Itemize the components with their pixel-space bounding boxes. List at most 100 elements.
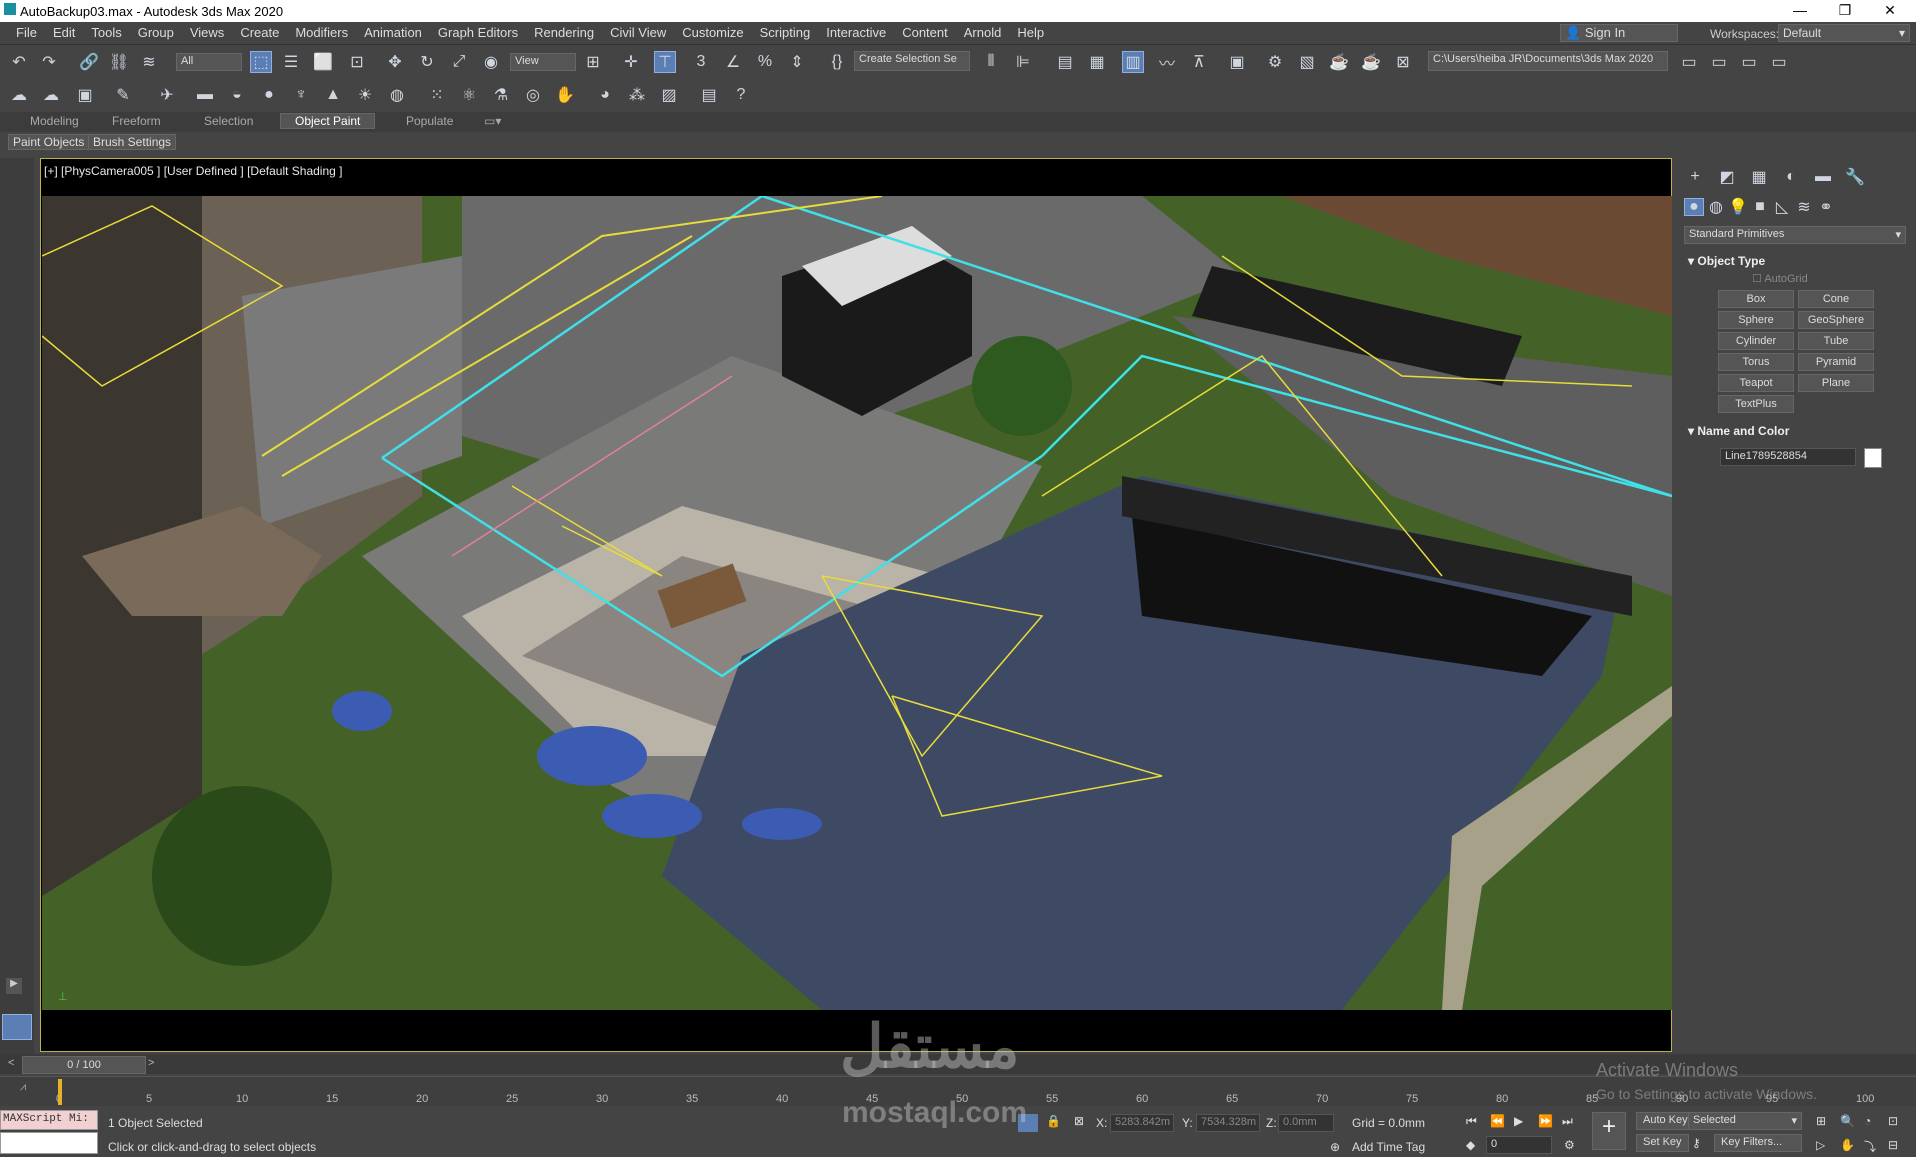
menu-arnold[interactable]: Arnold xyxy=(956,22,1010,43)
maximize-viewport-icon[interactable]: ⊡ xyxy=(1888,1114,1898,1128)
teapot-render-icon[interactable]: ☁ xyxy=(8,84,30,106)
bind-space-warp-icon[interactable]: ≋ xyxy=(138,51,160,73)
paint-objects-button[interactable]: Paint Objects xyxy=(8,134,90,150)
material-editor-icon[interactable]: ▣ xyxy=(1226,51,1248,73)
play-icon[interactable]: ▶ xyxy=(1514,1114,1523,1128)
viewport-toggle-icon[interactable]: ⊟ xyxy=(1888,1138,1898,1152)
selection-region-icon[interactable]: ⬜ xyxy=(312,51,334,73)
render-to-texture-icon[interactable]: ▨ xyxy=(658,84,680,106)
space-warps-icon[interactable]: ≋ xyxy=(1794,198,1814,216)
x-coordinate-field[interactable]: 5283.842m xyxy=(1110,1114,1174,1132)
modify-tab-icon[interactable]: ◩ xyxy=(1716,166,1738,188)
open-explorer-2-icon[interactable]: ▭ xyxy=(1708,51,1730,73)
menu-edit[interactable]: Edit xyxy=(45,22,83,43)
sun-icon[interactable]: ☀ xyxy=(354,84,376,106)
menu-file[interactable]: File xyxy=(8,22,45,43)
select-object-icon[interactable]: ⬚ xyxy=(250,51,272,73)
named-selection-set-dropdown[interactable]: Create Selection Se xyxy=(854,51,970,71)
object-name-field[interactable]: Line1789528854 xyxy=(1720,448,1856,466)
link-icon[interactable]: 🔗 xyxy=(78,51,100,73)
geosphere-button[interactable]: GeoSphere xyxy=(1798,311,1874,329)
move-icon[interactable]: ✥ xyxy=(384,51,406,73)
angle-snap-icon[interactable]: ∠ xyxy=(722,51,744,73)
workspaces-select[interactable]: Default ▾ xyxy=(1778,24,1910,42)
create-tab-icon[interactable]: + xyxy=(1684,166,1706,188)
tab-populate[interactable]: Populate xyxy=(406,114,453,128)
time-tag-icon[interactable]: ⊕ xyxy=(1330,1140,1340,1154)
expand-layout-icon[interactable]: ▶ xyxy=(6,978,22,994)
lock-selection-icon[interactable]: 🔒 xyxy=(1046,1114,1061,1128)
box-primitive-icon[interactable]: ▬ xyxy=(194,84,216,106)
frame-icon[interactable]: ▣ xyxy=(74,84,96,106)
autogrid-checkbox[interactable]: ☐ AutoGrid xyxy=(1752,272,1808,285)
toggle-ribbon-icon[interactable]: ▦ xyxy=(1086,51,1108,73)
percent-snap-icon[interactable]: % xyxy=(754,51,776,73)
menu-interactive[interactable]: Interactive xyxy=(818,22,894,43)
cone-icon[interactable]: ▲ xyxy=(322,84,344,106)
motion-tab-icon[interactable]: ◐ xyxy=(1780,166,1802,188)
object-category-dropdown[interactable]: Standard Primitives ▾ xyxy=(1684,226,1906,244)
lights-icon[interactable]: 💡 xyxy=(1728,198,1748,216)
zoom-icon[interactable]: 🔍 xyxy=(1840,1114,1855,1128)
molecule-icon[interactable]: ⚛ xyxy=(458,84,480,106)
redo-icon[interactable]: ↷ xyxy=(38,51,60,73)
orbit-icon[interactable]: ◔ xyxy=(1864,1114,1871,1128)
field-of-view-icon[interactable]: ▷ xyxy=(1816,1138,1825,1152)
tab-freeform[interactable]: Freeform xyxy=(112,114,161,128)
spinner-snap-icon[interactable]: ⇕ xyxy=(786,51,808,73)
helpers-icon[interactable]: ◺ xyxy=(1772,198,1792,216)
open-explorer-icon[interactable]: ▭ xyxy=(1678,51,1700,73)
tab-object-paint[interactable]: Object Paint xyxy=(280,113,376,129)
project-folder-dropdown[interactable]: C:\Users\heiba JR\Documents\3ds Max 2020 xyxy=(1428,51,1668,71)
dome-icon[interactable]: ◒ xyxy=(226,84,248,106)
place-icon[interactable]: ◉ xyxy=(480,51,502,73)
key-mode-toggle-icon[interactable]: ◆ xyxy=(1466,1138,1475,1152)
palette-icon[interactable]: ⁂ xyxy=(626,84,648,106)
tube-button[interactable]: Tube xyxy=(1798,332,1874,350)
menu-civil-view[interactable]: Civil View xyxy=(602,22,674,43)
align-icon[interactable]: ⊫ xyxy=(1012,51,1034,73)
sphere-icon[interactable]: ● xyxy=(258,84,280,106)
current-frame-field[interactable]: 0 xyxy=(1486,1136,1552,1154)
undo-icon[interactable]: ↶ xyxy=(8,51,30,73)
select-by-name-icon[interactable]: ☰ xyxy=(280,51,302,73)
menu-rendering[interactable]: Rendering xyxy=(526,22,602,43)
absolute-mode-icon[interactable]: ⊠ xyxy=(1074,1114,1084,1128)
curve-editor-mini-icon[interactable]: ⩘ xyxy=(20,1081,26,1094)
ribbon-options-icon[interactable]: ▭▾ xyxy=(484,114,501,128)
set-key-big-icon[interactable]: + xyxy=(1592,1112,1626,1150)
torus-button[interactable]: Torus xyxy=(1718,353,1794,371)
current-frame-marker[interactable] xyxy=(58,1079,62,1105)
close-button[interactable]: ✕ xyxy=(1870,2,1910,19)
y-coordinate-field[interactable]: 7534.328m xyxy=(1196,1114,1260,1132)
tab-selection[interactable]: Selection xyxy=(204,114,253,128)
minimize-button[interactable]: — xyxy=(1780,2,1820,18)
light-tool-icon[interactable]: ✎ xyxy=(112,84,134,106)
menu-content[interactable]: Content xyxy=(894,22,956,43)
window-crossing-icon[interactable]: ⊡ xyxy=(346,51,368,73)
keyboard-shortcut-override-icon[interactable]: ⊤ xyxy=(654,51,676,73)
viewport-label[interactable]: [+] [PhysCamera005 ] [User Defined ] [De… xyxy=(44,164,343,178)
hand-icon[interactable]: ✋ xyxy=(554,84,576,106)
auto-key-button[interactable]: Auto Key xyxy=(1636,1112,1695,1130)
render-setup-icon[interactable]: ⚙ xyxy=(1264,51,1286,73)
menu-help[interactable]: Help xyxy=(1009,22,1052,43)
selection-filter-dropdown[interactable]: All xyxy=(176,53,242,71)
menu-group[interactable]: Group xyxy=(130,22,182,43)
layer-explorer-icon[interactable]: ▤ xyxy=(1054,51,1076,73)
cylinder-button[interactable]: Cylinder xyxy=(1718,332,1794,350)
add-time-tag[interactable]: Add Time Tag xyxy=(1352,1140,1425,1154)
render-active-shade-icon[interactable]: ☕ xyxy=(1360,51,1382,73)
shapes-icon[interactable]: ◍ xyxy=(1706,198,1726,216)
z-coordinate-field[interactable]: 0.0mm xyxy=(1278,1114,1334,1132)
menu-animation[interactable]: Animation xyxy=(356,22,430,43)
time-slider-thumb[interactable]: 0 / 100 xyxy=(22,1056,146,1074)
menu-create[interactable]: Create xyxy=(232,22,287,43)
key-mode-dropdown[interactable]: Selected ▾ xyxy=(1688,1112,1802,1130)
schematic-view-icon[interactable]: ⊼ xyxy=(1188,51,1210,73)
scene-explorer-icon[interactable]: ▥ xyxy=(1122,51,1144,73)
geometry-icon[interactable]: ● xyxy=(1684,198,1704,216)
previous-key-icon[interactable]: ⏪ xyxy=(1490,1114,1505,1128)
cloud-icon[interactable]: ☁ xyxy=(40,84,62,106)
scale-icon[interactable]: ⤢ xyxy=(448,51,470,73)
